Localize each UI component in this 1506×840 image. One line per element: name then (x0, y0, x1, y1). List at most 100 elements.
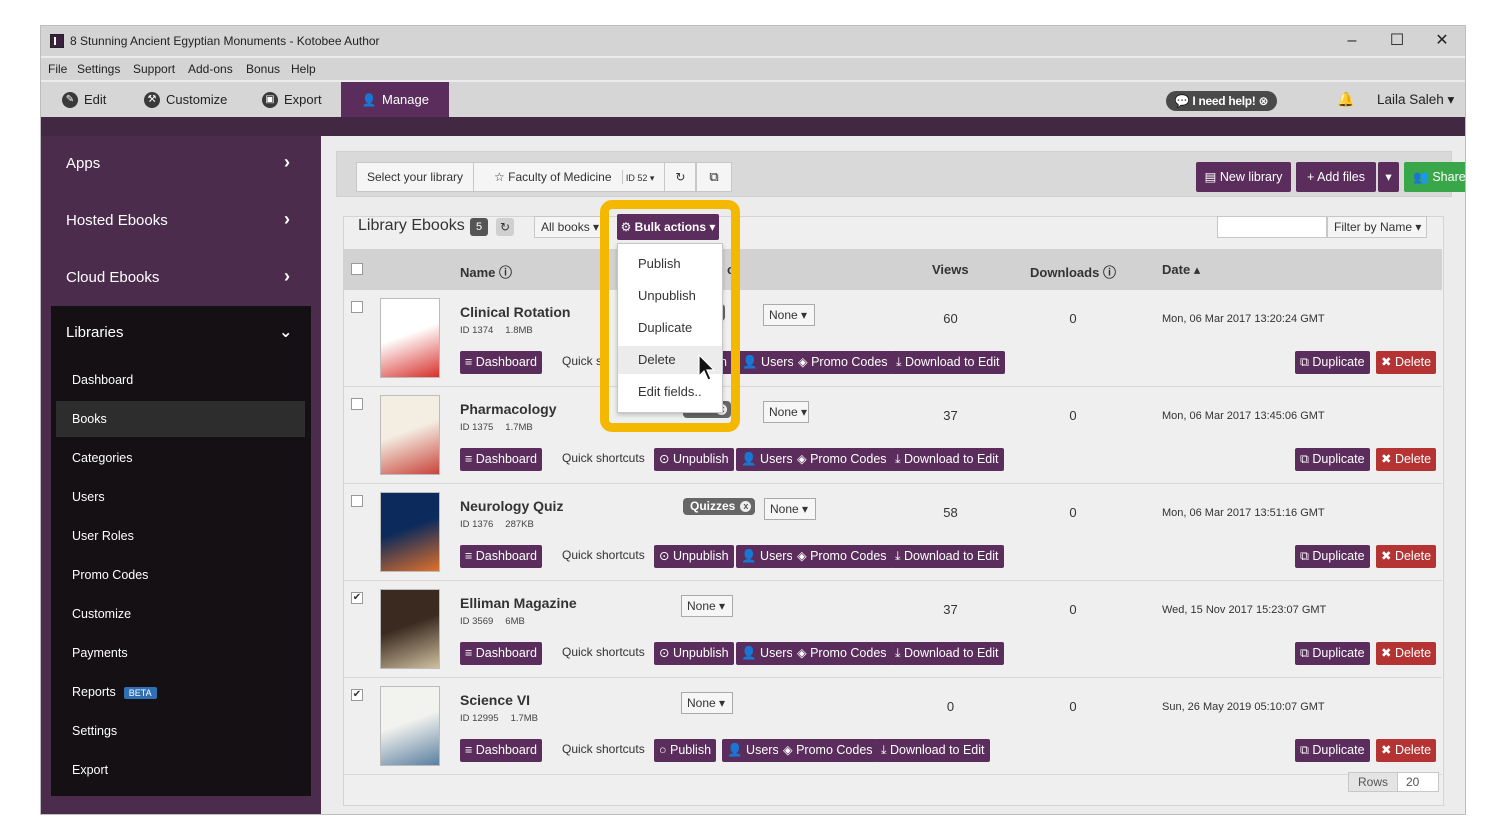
download-to-edit-button[interactable]: ⤓ Download to Edit (890, 545, 1004, 568)
category-tag[interactable]: Quizzes (683, 498, 756, 515)
dashboard-button[interactable]: ≡ Dashboard (460, 739, 542, 762)
duplicate-button[interactable]: ⧉ Duplicate (1295, 739, 1370, 762)
book-title[interactable]: Neurology Quiz (460, 498, 563, 514)
bulk-menu-unpublish[interactable]: Unpublish (618, 282, 722, 310)
tab-export[interactable]: ▣ Export (262, 82, 322, 117)
dashboard-button[interactable]: ≡ Dashboard (460, 642, 542, 665)
sidebar-item-settings[interactable]: Settings (56, 713, 305, 749)
bulk-menu-edit-fields[interactable]: Edit fields.. (618, 378, 722, 406)
unpublish-button[interactable]: ⊙ Unpublish (654, 642, 734, 665)
download-to-edit-button[interactable]: ⤓ Download to Edit (890, 448, 1004, 471)
help-button[interactable]: 💬 I need help! ⊗ (1166, 91, 1277, 111)
promo-codes-button[interactable]: ◈ Promo Codes (792, 545, 892, 568)
download-to-edit-button[interactable]: ⤓ Download to Edit (891, 351, 1005, 374)
minimize-button[interactable]: – (1337, 30, 1367, 52)
user-menu[interactable]: Laila Saleh ▾ (1377, 92, 1454, 108)
row-checkbox[interactable]: ✔ (351, 592, 363, 604)
sidebar-item-categories[interactable]: Categories (56, 440, 305, 476)
sidebar-section-libraries[interactable]: Libraries (66, 324, 124, 341)
menu-addons[interactable]: Add-ons (188, 62, 233, 76)
add-files-dropdown-caret[interactable]: ▾ (1378, 162, 1399, 192)
bulk-menu-duplicate[interactable]: Duplicate (618, 314, 722, 342)
select-all-checkbox[interactable] (351, 263, 363, 275)
bulk-actions-button[interactable]: ⚙ Bulk actions ▾ (617, 214, 719, 240)
sidebar-item-customize[interactable]: Customize (56, 596, 305, 632)
unpublish-button[interactable]: ⊙ Unpublish (654, 448, 734, 471)
row-checkbox[interactable] (351, 301, 363, 313)
users-button[interactable]: 👤 Users (736, 545, 798, 568)
menu-file[interactable]: File (48, 62, 67, 76)
book-title[interactable]: Science VI (460, 692, 530, 708)
refresh-icon[interactable]: ↻ (665, 163, 697, 191)
sidebar-item-export[interactable]: Export (56, 752, 305, 788)
library-selector[interactable]: Select your library ☆ Faculty of Medicin… (356, 162, 698, 192)
users-button[interactable]: 👤 Users (736, 642, 798, 665)
chevron-down-icon[interactable]: ⌄ (279, 322, 292, 342)
row-checkbox[interactable] (351, 398, 363, 410)
download-to-edit-button[interactable]: ⤓ Download to Edit (890, 642, 1004, 665)
column-date[interactable]: Date ▴ (1162, 262, 1200, 278)
promo-codes-button[interactable]: ◈ Promo Codes (792, 448, 892, 471)
menu-bonus[interactable]: Bonus (246, 62, 280, 76)
row-checkbox[interactable] (351, 495, 363, 507)
book-title[interactable]: Elliman Magazine (460, 595, 577, 611)
dashboard-button[interactable]: ≡ Dashboard (460, 351, 542, 374)
dashboard-button[interactable]: ≡ Dashboard (460, 545, 542, 568)
promo-codes-button[interactable]: ◈ Promo Codes (792, 642, 892, 665)
external-link-icon[interactable]: ⧉ (696, 162, 732, 192)
category-select[interactable]: None ▾ (681, 692, 733, 714)
menu-help[interactable]: Help (291, 62, 316, 76)
column-name[interactable]: Name ⓘ (460, 262, 512, 281)
tab-customize[interactable]: ⚒ Customize (144, 82, 227, 117)
category-select[interactable]: None ▾ (681, 595, 733, 617)
duplicate-button[interactable]: ⧉ Duplicate (1295, 351, 1370, 374)
sidebar-item-cloud-ebooks[interactable]: Cloud Ebooks › (41, 250, 321, 307)
duplicate-button[interactable]: ⧉ Duplicate (1295, 545, 1370, 568)
add-files-button[interactable]: + Add files (1296, 162, 1376, 192)
book-title[interactable]: Clinical Rotation (460, 304, 570, 320)
refresh-icon[interactable]: ↻ (496, 218, 514, 236)
maximize-button[interactable]: ☐ (1382, 30, 1412, 52)
promo-codes-button[interactable]: ◈ Promo Codes (793, 351, 893, 374)
menu-support[interactable]: Support (133, 62, 175, 76)
sidebar-item-dashboard[interactable]: Dashboard (56, 362, 305, 398)
rows-per-page-input[interactable]: 20 (1397, 772, 1439, 792)
category-select[interactable]: None ▾ (764, 498, 816, 520)
sidebar-item-users[interactable]: Users (56, 479, 305, 515)
tab-manage[interactable]: 👤 Manage (341, 82, 449, 117)
book-title[interactable]: Pharmacology (460, 401, 556, 417)
duplicate-button[interactable]: ⧉ Duplicate (1295, 642, 1370, 665)
delete-button[interactable]: ✖ Delete (1376, 351, 1437, 374)
promo-codes-button[interactable]: ◈ Promo Codes (778, 739, 878, 762)
sidebar-item-user-roles[interactable]: User Roles (56, 518, 305, 554)
publish-button[interactable]: ○ Publish (654, 739, 717, 762)
download-to-edit-button[interactable]: ⤓ Download to Edit (876, 739, 990, 762)
dashboard-button[interactable]: ≡ Dashboard (460, 448, 542, 471)
bulk-menu-publish[interactable]: Publish (618, 250, 722, 278)
column-views[interactable]: Views (932, 262, 969, 277)
row-checkbox[interactable]: ✔ (351, 689, 363, 701)
bell-icon[interactable]: 🔔 (1337, 91, 1354, 108)
unpublish-button[interactable]: ⊙ Unpublish (654, 545, 734, 568)
delete-button[interactable]: ✖ Delete (1376, 545, 1437, 568)
sidebar-item-hosted-ebooks[interactable]: Hosted Ebooks › (41, 193, 321, 250)
share-button[interactable]: 👥 Share (1404, 162, 1465, 192)
tab-edit[interactable]: ✎ Edit (62, 82, 106, 117)
all-books-dropdown[interactable]: All books ▾ (534, 216, 606, 238)
users-button[interactable]: 👤 Users (737, 351, 799, 374)
delete-button[interactable]: ✖ Delete (1376, 642, 1437, 665)
category-select[interactable]: None ▾ (763, 401, 809, 423)
users-button[interactable]: 👤 Users (736, 448, 798, 471)
sidebar-item-apps[interactable]: Apps › (41, 136, 321, 193)
sidebar-item-reports[interactable]: Reports BETA (56, 674, 305, 710)
filter-input[interactable] (1217, 216, 1327, 238)
delete-button[interactable]: ✖ Delete (1376, 448, 1437, 471)
menu-settings[interactable]: Settings (77, 62, 120, 76)
sidebar-item-payments[interactable]: Payments (56, 635, 305, 671)
column-downloads[interactable]: Downloads ⓘ (1030, 262, 1116, 281)
duplicate-button[interactable]: ⧉ Duplicate (1295, 448, 1370, 471)
category-select[interactable]: None ▾ (763, 304, 815, 326)
filter-by-name-dropdown[interactable]: Filter by Name ▾ (1327, 216, 1427, 238)
sidebar-item-promo-codes[interactable]: Promo Codes (56, 557, 305, 593)
delete-button[interactable]: ✖ Delete (1376, 739, 1437, 762)
